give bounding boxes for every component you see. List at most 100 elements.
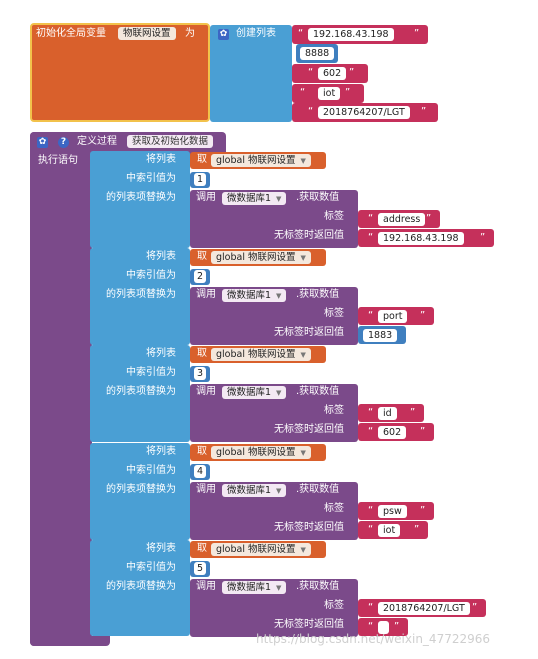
- dropdown-caret-icon: ▼: [276, 584, 282, 592]
- procedure-name-text: 获取及初始化数据: [132, 136, 209, 147]
- list-item-value[interactable]: iot: [318, 87, 341, 100]
- procedure-body-rail: [30, 132, 92, 646]
- tag-value[interactable]: psw: [378, 505, 407, 518]
- tag-text-block[interactable]: “ port ”: [358, 307, 434, 325]
- exec-label: 执行语句: [38, 155, 78, 166]
- global-var-text: global 物联网设置: [216, 252, 296, 263]
- default-value[interactable]: 192.168.43.198: [378, 232, 464, 245]
- tag-text-block[interactable]: “ address ”: [358, 210, 440, 228]
- index-value[interactable]: 5: [194, 562, 207, 575]
- call-tinydb-block[interactable]: 调用 微数据库1 ▼ .获取数值 标签 无标签时返回值: [190, 384, 358, 442]
- index-number-block[interactable]: 2: [190, 269, 210, 285]
- default-text-block[interactable]: “ 192.168.43.198 ”: [358, 229, 494, 247]
- gear-icon[interactable]: ✿: [37, 137, 48, 148]
- default-value[interactable]: 602: [378, 426, 407, 439]
- tag-text-block[interactable]: “ psw ”: [358, 502, 434, 520]
- index-value[interactable]: 1: [194, 173, 207, 186]
- tag-value[interactable]: 2018764207/LGT: [378, 602, 470, 615]
- tinydb-dropdown[interactable]: 微数据库1 ▼: [222, 289, 287, 302]
- set-list-label: 将列表: [146, 154, 176, 165]
- index-value[interactable]: 4: [194, 465, 207, 478]
- index-label: 中索引值为: [126, 173, 176, 184]
- list-item-value[interactable]: 192.168.43.198: [308, 28, 394, 41]
- default-value[interactable]: iot: [378, 524, 401, 537]
- index-label: 中索引值为: [126, 270, 176, 281]
- watermark: https://blog.csdn.net/weixin_47722966: [256, 632, 491, 646]
- global-var-dropdown[interactable]: global 物联网设置 ▼: [211, 251, 311, 264]
- dropdown-caret-icon: ▼: [300, 254, 306, 262]
- list-item-number[interactable]: 8888: [296, 44, 338, 63]
- list-item-value[interactable]: 8888: [300, 47, 335, 60]
- set-list-label: 将列表: [146, 348, 176, 359]
- get-global-block[interactable]: 取 global 物联网设置 ▼: [190, 541, 326, 558]
- global-var-dropdown[interactable]: global 物联网设置 ▼: [211, 154, 311, 167]
- replace-label: 的列表项替换为: [106, 289, 176, 300]
- as-label: 为: [185, 28, 195, 39]
- call-tinydb-block[interactable]: 调用 微数据库1 ▼ .获取数值 标签 无标签时返回值: [190, 482, 358, 540]
- global-var-text: global 物联网设置: [216, 349, 296, 360]
- get-global-block[interactable]: 取 global 物联网设置 ▼: [190, 444, 326, 461]
- tinydb-dropdown[interactable]: 微数据库1 ▼: [222, 386, 287, 399]
- set-list-label: 将列表: [146, 251, 176, 262]
- default-label: 无标签时返回值: [274, 230, 344, 241]
- get-global-block[interactable]: 取 global 物联网设置 ▼: [190, 346, 326, 363]
- index-label: 中索引值为: [126, 562, 176, 573]
- call-tinydb-block[interactable]: 调用 微数据库1 ▼ .获取数值 标签 无标签时返回值: [190, 579, 358, 637]
- global-var-dropdown[interactable]: global 物联网设置 ▼: [211, 348, 311, 361]
- list-item-value[interactable]: 602: [318, 67, 347, 80]
- tinydb-text: 微数据库1: [227, 290, 272, 301]
- default-text-block[interactable]: “ 602 ”: [358, 423, 434, 441]
- tinydb-dropdown[interactable]: 微数据库1 ▼: [222, 581, 287, 594]
- gear-icon[interactable]: ✿: [218, 29, 229, 40]
- call-label: 调用: [196, 581, 216, 592]
- procedure-name-field[interactable]: 获取及初始化数据: [127, 135, 214, 148]
- get-global-block[interactable]: 取 global 物联网设置 ▼: [190, 249, 326, 266]
- global-var-text: global 物联网设置: [216, 155, 296, 166]
- default-number-block[interactable]: 1883: [358, 326, 406, 344]
- list-item-text[interactable]: “ iot ”: [292, 84, 364, 103]
- var-name-field[interactable]: 物联网设置: [118, 27, 176, 40]
- get-label: 取: [197, 251, 207, 262]
- tag-text-block[interactable]: “ id ”: [358, 404, 424, 422]
- dropdown-caret-icon: ▼: [300, 449, 306, 457]
- tag-value[interactable]: port: [378, 310, 408, 323]
- call-label: 调用: [196, 289, 216, 300]
- help-icon[interactable]: ?: [58, 137, 69, 148]
- get-value-label: .获取数值: [296, 581, 340, 592]
- list-item-text[interactable]: “ 192.168.43.198 ”: [292, 25, 428, 44]
- define-procedure-label: 定义过程: [77, 136, 117, 147]
- var-name-text: 物联网设置: [123, 28, 171, 39]
- tag-label: 标签: [324, 405, 344, 416]
- index-number-block[interactable]: 5: [190, 561, 210, 577]
- call-label: 调用: [196, 192, 216, 203]
- default-value[interactable]: 1883: [363, 329, 398, 342]
- index-label: 中索引值为: [126, 367, 176, 378]
- tinydb-text: 微数据库1: [227, 582, 272, 593]
- default-label: 无标签时返回值: [274, 424, 344, 435]
- global-var-dropdown[interactable]: global 物联网设置 ▼: [211, 543, 311, 556]
- tag-value[interactable]: address: [378, 213, 426, 226]
- list-item-text[interactable]: “ 602 ”: [292, 64, 368, 83]
- default-text-block[interactable]: “ iot ”: [358, 521, 428, 539]
- index-value[interactable]: 3: [194, 367, 207, 380]
- tag-label: 标签: [324, 308, 344, 319]
- index-number-block[interactable]: 4: [190, 464, 210, 480]
- get-label: 取: [197, 348, 207, 359]
- get-global-block[interactable]: 取 global 物联网设置 ▼: [190, 152, 326, 169]
- tag-text-block[interactable]: “ 2018764207/LGT ”: [358, 599, 486, 617]
- global-var-dropdown[interactable]: global 物联网设置 ▼: [211, 446, 311, 459]
- get-value-label: .获取数值: [296, 386, 340, 397]
- call-tinydb-block[interactable]: 调用 微数据库1 ▼ .获取数值 标签 无标签时返回值: [190, 287, 358, 345]
- index-number-block[interactable]: 3: [190, 366, 210, 382]
- index-value[interactable]: 2: [194, 270, 207, 283]
- call-tinydb-block[interactable]: 调用 微数据库1 ▼ .获取数值 标签 无标签时返回值: [190, 190, 358, 248]
- tag-label: 标签: [324, 211, 344, 222]
- index-number-block[interactable]: 1: [190, 172, 210, 188]
- tinydb-dropdown[interactable]: 微数据库1 ▼: [222, 484, 287, 497]
- tag-value[interactable]: id: [378, 407, 397, 420]
- call-label: 调用: [196, 386, 216, 397]
- tinydb-dropdown[interactable]: 微数据库1 ▼: [222, 192, 287, 205]
- list-item-value[interactable]: 2018764207/LGT: [318, 106, 410, 119]
- list-item-text[interactable]: “ 2018764207/LGT ”: [292, 103, 438, 122]
- global-var-text: global 物联网设置: [216, 544, 296, 555]
